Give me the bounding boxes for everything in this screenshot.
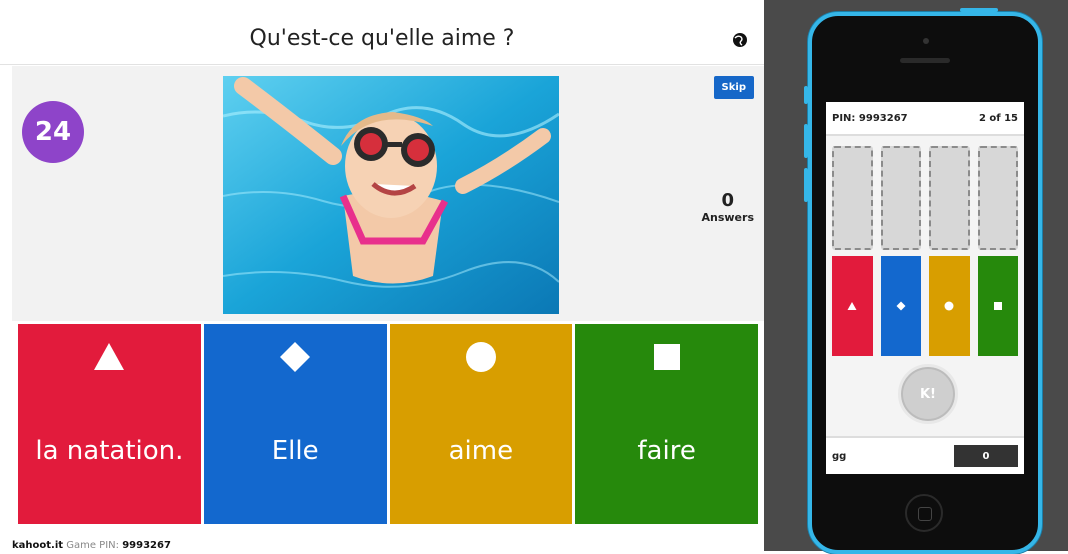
phone-panel: PIN: 9993267 2 of 15 K! gg 0 [764, 0, 1068, 554]
player-nickname: gg [832, 450, 847, 462]
host-screen: Qu'est-ce qu'elle aime ? Skip 0 Answers … [0, 0, 764, 551]
home-button[interactable] [905, 494, 943, 532]
question-header: Qu'est-ce qu'elle aime ? [0, 12, 764, 65]
diamond-icon [280, 342, 311, 372]
answer-label: aime [448, 436, 514, 466]
game-pin-footer: kahoot.it Game PIN: 9993267 [12, 540, 171, 551]
silent-switch [804, 86, 808, 104]
answer-slot[interactable] [929, 146, 970, 250]
home-square-icon [918, 507, 932, 521]
question-progress: 2 of 15 [978, 112, 1018, 124]
answer-option-yellow[interactable]: aime [389, 324, 573, 524]
earpiece-speaker [900, 58, 950, 63]
player-score: 0 [954, 445, 1018, 467]
diamond-icon [896, 301, 906, 311]
circle-icon [944, 301, 954, 311]
answer-slots [832, 146, 1018, 250]
front-camera [923, 38, 929, 44]
player-green-button[interactable] [977, 256, 1018, 356]
answer-label: faire [637, 436, 696, 466]
triangle-icon [847, 302, 857, 310]
player-red-button[interactable] [832, 256, 873, 356]
player-footer: gg 0 [826, 436, 1024, 474]
answer-label: Elle [271, 436, 319, 466]
question-title: Qu'est-ce qu'elle aime ? [249, 26, 515, 51]
globe-icon[interactable] [732, 32, 748, 48]
volume-down-button [804, 168, 808, 202]
answer-option-red[interactable]: la natation. [18, 324, 201, 524]
answer-options: la natation. Elle aime faire [18, 324, 758, 524]
submit-button[interactable]: K! [898, 364, 958, 424]
answer-label: la natation. [35, 436, 184, 466]
question-image [223, 76, 559, 314]
phone-screen: PIN: 9993267 2 of 15 K! gg 0 [826, 102, 1024, 474]
answer-option-green[interactable]: faire [575, 324, 758, 524]
player-blue-button[interactable] [880, 256, 921, 356]
game-pin-label: Game PIN: [66, 540, 120, 551]
player-answer-buttons [832, 256, 1018, 356]
square-icon [993, 302, 1002, 310]
skip-button[interactable]: Skip [713, 76, 754, 99]
phone-device: PIN: 9993267 2 of 15 K! gg 0 [804, 8, 1042, 554]
player-pin: PIN: 9993267 [832, 112, 908, 124]
brand-logo: kahoot.it [12, 540, 64, 551]
square-icon [653, 344, 680, 370]
answers-count: 0 [721, 190, 735, 211]
question-stage: Skip 0 Answers [12, 66, 764, 321]
answer-slot[interactable] [832, 146, 873, 250]
player-header: PIN: 9993267 2 of 15 [826, 102, 1024, 136]
triangle-icon [94, 343, 125, 370]
answer-option-blue[interactable]: Elle [203, 324, 387, 524]
power-button [960, 8, 998, 12]
answers-label: Answers [701, 211, 755, 224]
player-yellow-button[interactable] [929, 256, 970, 356]
countdown-timer: 24 [22, 101, 84, 163]
game-pin-value: 9993267 [122, 540, 171, 551]
answers-counter: 0 Answers [702, 190, 755, 224]
answer-slot[interactable] [880, 146, 921, 250]
volume-up-button [804, 124, 808, 158]
circle-icon [465, 342, 496, 372]
answer-slot[interactable] [977, 146, 1018, 250]
